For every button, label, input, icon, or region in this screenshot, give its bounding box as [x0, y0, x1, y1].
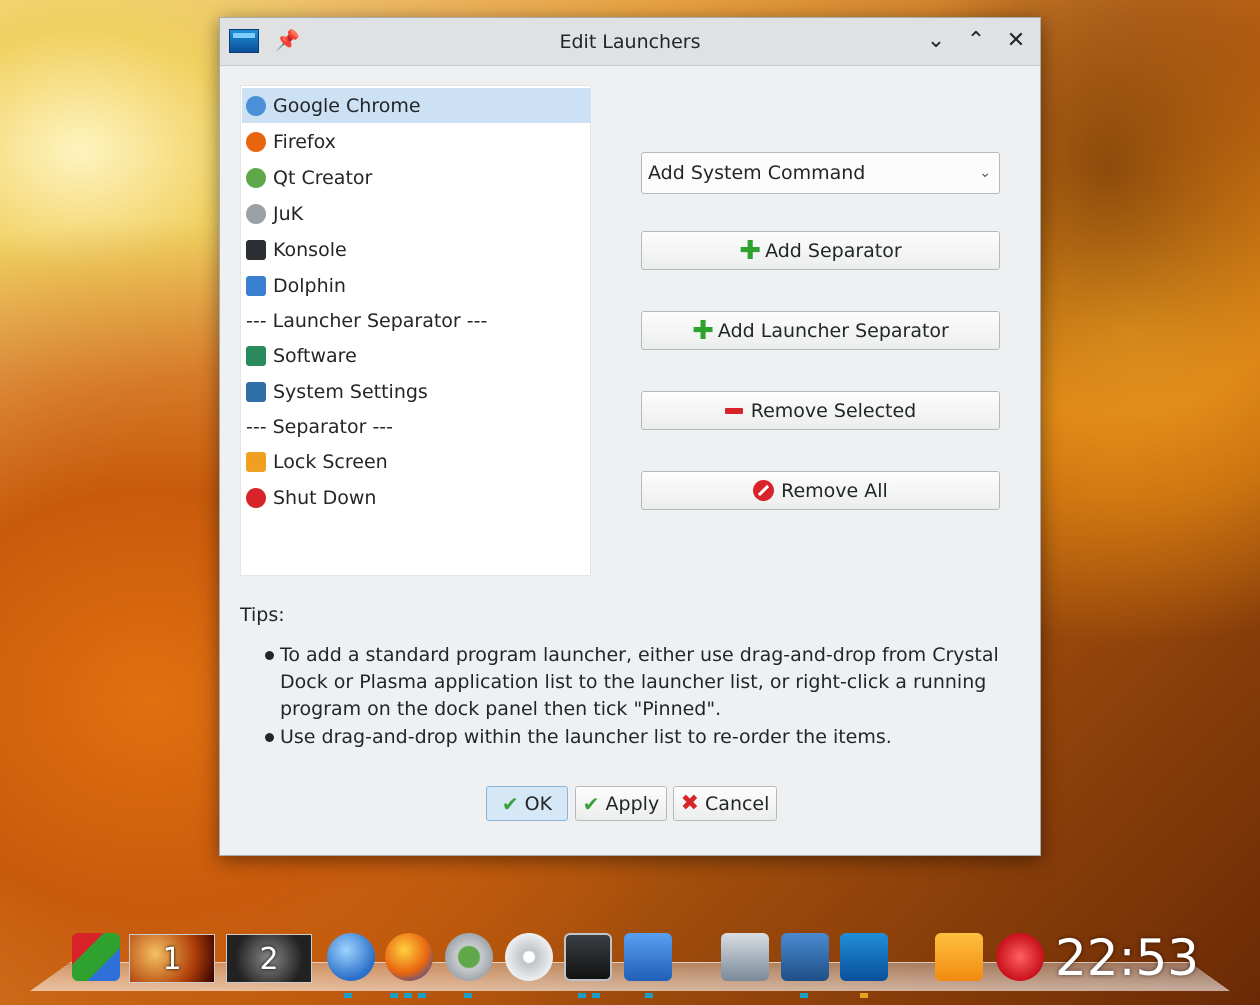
shut-down-icon[interactable] [996, 933, 1044, 981]
launcher-item[interactable]: Qt Creator [242, 160, 591, 195]
add-separator-button[interactable]: ✚ Add Separator [641, 231, 1000, 270]
launcher-label: Firefox [273, 130, 336, 153]
system-command-combo[interactable]: Add System Command ⌄ [641, 152, 1000, 194]
remove-selected-button[interactable]: Remove Selected [641, 391, 1000, 430]
remove-all-button[interactable]: Remove All [641, 471, 1000, 510]
maximize-icon[interactable]: ⌃ [962, 28, 990, 56]
running-indicator [404, 993, 412, 998]
launcher-label: Konsole [273, 238, 347, 261]
desktop-1-button[interactable]: 1 [129, 934, 215, 983]
launcher-label: Software [273, 344, 357, 367]
running-indicator [592, 993, 600, 998]
cross-icon: ✖ [680, 791, 700, 816]
title-bar[interactable]: 📌 Edit Launchers ⌄ ⌃ ✕ [220, 18, 1040, 66]
launcher-item[interactable]: System Settings [242, 374, 591, 409]
chevron-down-icon: ⌄ [979, 165, 991, 181]
clock: 22:53 [1055, 929, 1200, 987]
add-launcher-separator-button[interactable]: ✚ Add Launcher Separator [641, 311, 1000, 350]
plus-icon: ✚ [692, 315, 714, 346]
bullet-icon [265, 651, 274, 660]
close-icon[interactable]: ✕ [1002, 28, 1030, 56]
launcher-label: Lock Screen [273, 450, 388, 473]
launcher-item[interactable]: JuK [242, 196, 591, 231]
launcher-label: --- Launcher Separator --- [246, 309, 488, 332]
remove-selected-label: Remove Selected [750, 399, 917, 422]
apply-button[interactable]: ✔ Apply [575, 786, 667, 821]
web-browser-icon[interactable] [327, 933, 375, 981]
launcher-item[interactable]: Shut Down [242, 480, 591, 515]
running-indicator [578, 993, 586, 998]
launcher-label: --- Separator --- [246, 415, 394, 438]
separator-item[interactable]: --- Launcher Separator --- [242, 303, 591, 338]
juk-icon[interactable] [505, 933, 553, 981]
checkmark-icon: ✔ [582, 791, 600, 816]
running-indicator [860, 993, 868, 998]
launcher-item[interactable]: Konsole [242, 232, 591, 267]
launcher-label: Google Chrome [273, 94, 421, 117]
cancel-button[interactable]: ✖ Cancel [673, 786, 777, 821]
running-indicator [418, 993, 426, 998]
apply-label: Apply [605, 792, 660, 815]
cancel-label: Cancel [705, 792, 770, 815]
konsole-icon [246, 239, 266, 260]
system-settings-icon[interactable] [781, 933, 829, 981]
minimize-icon[interactable]: ⌄ [922, 28, 950, 56]
running-indicator [464, 993, 472, 998]
dolphin-icon [246, 275, 266, 296]
window-title: Edit Launchers [559, 31, 701, 53]
dolphin-icon[interactable] [624, 933, 672, 981]
launcher-item[interactable]: Software [242, 338, 591, 373]
checkmark-icon: ✔ [501, 791, 519, 816]
running-indicator [645, 993, 653, 998]
system-settings-icon [246, 381, 266, 402]
minus-icon [724, 407, 743, 414]
launcher-item[interactable]: Google Chrome [242, 88, 591, 123]
plus-icon: ✚ [739, 235, 762, 266]
bullet-icon [265, 733, 274, 742]
software-icon[interactable] [721, 933, 769, 981]
running-indicator [390, 993, 398, 998]
ok-button[interactable]: ✔ OK [486, 786, 568, 821]
separator-item[interactable]: --- Separator --- [242, 409, 591, 444]
launcher-item[interactable]: Lock Screen [242, 444, 591, 479]
lock-screen-icon [246, 451, 266, 472]
launcher-label: System Settings [273, 380, 428, 403]
add-separator-label: Add Separator [765, 239, 902, 262]
google-chrome-icon [246, 95, 266, 116]
launcher-label: Dolphin [273, 274, 346, 297]
running-indicator [344, 993, 352, 998]
qt-creator-icon[interactable] [445, 933, 493, 981]
launcher-label: Qt Creator [273, 166, 373, 189]
firefox-icon [246, 131, 266, 152]
launcher-label: Shut Down [273, 486, 377, 509]
crystal-dock-icon[interactable] [840, 933, 888, 981]
add-launcher-separator-label: Add Launcher Separator [717, 319, 949, 342]
ok-label: OK [524, 792, 553, 815]
launcher-item[interactable]: Firefox [242, 124, 591, 159]
desktop-2-button[interactable]: 2 [226, 934, 312, 983]
application-menu-icon[interactable] [72, 933, 120, 981]
remove-all-label: Remove All [781, 479, 888, 502]
running-indicator [800, 993, 808, 998]
juk-icon [246, 203, 266, 224]
system-command-combo-label: Add System Command [648, 162, 866, 184]
tip-item: To add a standard program launcher, eith… [280, 644, 999, 720]
software-icon [246, 345, 266, 366]
launcher-label: JuK [273, 202, 304, 225]
edit-launchers-dialog: 📌 Edit Launchers ⌄ ⌃ ✕ Google Chrome Fire… [219, 17, 1041, 856]
remove-all-icon [753, 480, 775, 501]
tips-title: Tips: [240, 604, 285, 626]
qt-creator-icon [246, 167, 266, 188]
firefox-icon[interactable] [385, 933, 433, 981]
tip-item: Use drag-and-drop within the launcher li… [280, 726, 892, 748]
konsole-icon[interactable] [564, 933, 612, 981]
launcher-list[interactable]: Google Chrome Firefox Qt Creator JuK Konsole… [240, 85, 591, 576]
launcher-item[interactable]: Dolphin [242, 268, 591, 303]
shut-down-icon [246, 487, 266, 508]
lock-screen-icon[interactable] [935, 933, 983, 981]
